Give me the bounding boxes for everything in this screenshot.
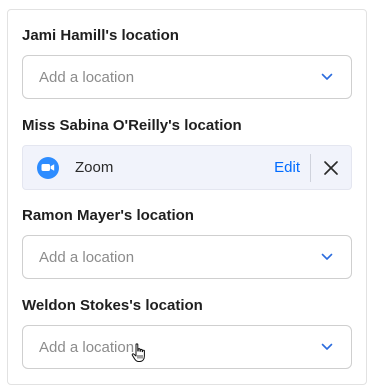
zoom-icon (37, 156, 59, 179)
location-placeholder: Add a location (39, 68, 135, 86)
location-select[interactable]: Add a location (22, 55, 352, 99)
location-section-jami: Jami Hamill's location Add a location (22, 26, 352, 99)
location-label: Miss Sabina O'Reilly's location (22, 117, 242, 134)
location-select[interactable]: Add a location (22, 235, 352, 279)
location-value: Zoom (75, 159, 114, 176)
location-label: Jami Hamill's location (22, 27, 179, 44)
location-section-sabina: Miss Sabina O'Reilly's location Zoom Edi… (22, 116, 352, 190)
chevron-down-icon (321, 73, 333, 80)
selected-location: Zoom Edit (22, 145, 352, 190)
close-icon (324, 160, 338, 175)
location-section-weldon: Weldon Stokes's location Add a location (22, 296, 352, 369)
location-placeholder: Add a location (39, 338, 135, 356)
location-label: Weldon Stokes's location (22, 297, 203, 314)
location-section-ramon: Ramon Mayer's location Add a location (22, 206, 352, 279)
locations-card: Jami Hamill's location Add a location Mi… (7, 9, 367, 385)
location-select[interactable]: Add a location (22, 325, 352, 369)
chevron-down-icon (321, 253, 333, 260)
remove-location-button[interactable] (311, 145, 351, 190)
edit-location-button[interactable]: Edit (274, 159, 300, 176)
hand-pointer-icon (131, 343, 145, 362)
chevron-down-icon (321, 343, 333, 350)
location-label: Ramon Mayer's location (22, 207, 194, 224)
location-placeholder: Add a location (39, 248, 135, 266)
